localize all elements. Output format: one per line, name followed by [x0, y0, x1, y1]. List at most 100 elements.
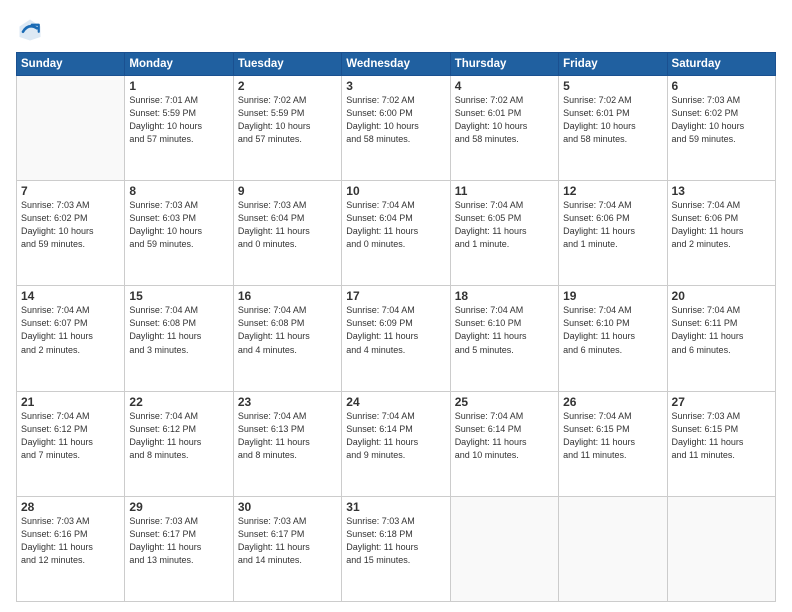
- day-info: Sunrise: 7:04 AM Sunset: 6:15 PM Dayligh…: [563, 410, 662, 462]
- day-info: Sunrise: 7:04 AM Sunset: 6:09 PM Dayligh…: [346, 304, 445, 356]
- day-info: Sunrise: 7:03 AM Sunset: 6:03 PM Dayligh…: [129, 199, 228, 251]
- weekday-tuesday: Tuesday: [233, 53, 341, 76]
- calendar-cell: [450, 496, 558, 601]
- day-number: 28: [21, 500, 120, 514]
- header: [16, 16, 776, 44]
- day-info: Sunrise: 7:04 AM Sunset: 6:08 PM Dayligh…: [129, 304, 228, 356]
- calendar-cell: 10Sunrise: 7:04 AM Sunset: 6:04 PM Dayli…: [342, 181, 450, 286]
- calendar-cell: 29Sunrise: 7:03 AM Sunset: 6:17 PM Dayli…: [125, 496, 233, 601]
- calendar-cell: 2Sunrise: 7:02 AM Sunset: 5:59 PM Daylig…: [233, 76, 341, 181]
- day-number: 13: [672, 184, 771, 198]
- calendar-cell: 1Sunrise: 7:01 AM Sunset: 5:59 PM Daylig…: [125, 76, 233, 181]
- calendar-cell: 21Sunrise: 7:04 AM Sunset: 6:12 PM Dayli…: [17, 391, 125, 496]
- weekday-monday: Monday: [125, 53, 233, 76]
- day-info: Sunrise: 7:04 AM Sunset: 6:05 PM Dayligh…: [455, 199, 554, 251]
- day-info: Sunrise: 7:03 AM Sunset: 6:02 PM Dayligh…: [672, 94, 771, 146]
- day-number: 25: [455, 395, 554, 409]
- day-info: Sunrise: 7:02 AM Sunset: 6:01 PM Dayligh…: [455, 94, 554, 146]
- calendar-cell: 9Sunrise: 7:03 AM Sunset: 6:04 PM Daylig…: [233, 181, 341, 286]
- day-info: Sunrise: 7:04 AM Sunset: 6:08 PM Dayligh…: [238, 304, 337, 356]
- calendar-cell: [667, 496, 775, 601]
- day-number: 10: [346, 184, 445, 198]
- day-number: 24: [346, 395, 445, 409]
- calendar-cell: 19Sunrise: 7:04 AM Sunset: 6:10 PM Dayli…: [559, 286, 667, 391]
- day-info: Sunrise: 7:04 AM Sunset: 6:14 PM Dayligh…: [455, 410, 554, 462]
- day-number: 11: [455, 184, 554, 198]
- day-number: 27: [672, 395, 771, 409]
- calendar-cell: 16Sunrise: 7:04 AM Sunset: 6:08 PM Dayli…: [233, 286, 341, 391]
- day-info: Sunrise: 7:04 AM Sunset: 6:14 PM Dayligh…: [346, 410, 445, 462]
- calendar-week-2: 7Sunrise: 7:03 AM Sunset: 6:02 PM Daylig…: [17, 181, 776, 286]
- day-number: 21: [21, 395, 120, 409]
- calendar-cell: 5Sunrise: 7:02 AM Sunset: 6:01 PM Daylig…: [559, 76, 667, 181]
- day-info: Sunrise: 7:04 AM Sunset: 6:07 PM Dayligh…: [21, 304, 120, 356]
- day-info: Sunrise: 7:04 AM Sunset: 6:12 PM Dayligh…: [129, 410, 228, 462]
- day-number: 1: [129, 79, 228, 93]
- calendar-cell: 14Sunrise: 7:04 AM Sunset: 6:07 PM Dayli…: [17, 286, 125, 391]
- calendar-cell: 4Sunrise: 7:02 AM Sunset: 6:01 PM Daylig…: [450, 76, 558, 181]
- calendar-cell: 3Sunrise: 7:02 AM Sunset: 6:00 PM Daylig…: [342, 76, 450, 181]
- logo: [16, 16, 48, 44]
- day-info: Sunrise: 7:02 AM Sunset: 6:01 PM Dayligh…: [563, 94, 662, 146]
- day-info: Sunrise: 7:04 AM Sunset: 6:10 PM Dayligh…: [455, 304, 554, 356]
- day-number: 19: [563, 289, 662, 303]
- calendar-week-3: 14Sunrise: 7:04 AM Sunset: 6:07 PM Dayli…: [17, 286, 776, 391]
- day-info: Sunrise: 7:04 AM Sunset: 6:10 PM Dayligh…: [563, 304, 662, 356]
- day-number: 15: [129, 289, 228, 303]
- day-number: 12: [563, 184, 662, 198]
- calendar-cell: 20Sunrise: 7:04 AM Sunset: 6:11 PM Dayli…: [667, 286, 775, 391]
- calendar-table: SundayMondayTuesdayWednesdayThursdayFrid…: [16, 52, 776, 602]
- weekday-saturday: Saturday: [667, 53, 775, 76]
- day-number: 6: [672, 79, 771, 93]
- day-info: Sunrise: 7:03 AM Sunset: 6:15 PM Dayligh…: [672, 410, 771, 462]
- calendar-cell: 11Sunrise: 7:04 AM Sunset: 6:05 PM Dayli…: [450, 181, 558, 286]
- day-number: 7: [21, 184, 120, 198]
- day-number: 2: [238, 79, 337, 93]
- day-number: 17: [346, 289, 445, 303]
- calendar-cell: 18Sunrise: 7:04 AM Sunset: 6:10 PM Dayli…: [450, 286, 558, 391]
- calendar-cell: 27Sunrise: 7:03 AM Sunset: 6:15 PM Dayli…: [667, 391, 775, 496]
- calendar-cell: [17, 76, 125, 181]
- day-number: 31: [346, 500, 445, 514]
- weekday-header-row: SundayMondayTuesdayWednesdayThursdayFrid…: [17, 53, 776, 76]
- day-number: 5: [563, 79, 662, 93]
- calendar-cell: 12Sunrise: 7:04 AM Sunset: 6:06 PM Dayli…: [559, 181, 667, 286]
- day-number: 29: [129, 500, 228, 514]
- calendar-cell: 26Sunrise: 7:04 AM Sunset: 6:15 PM Dayli…: [559, 391, 667, 496]
- day-info: Sunrise: 7:03 AM Sunset: 6:18 PM Dayligh…: [346, 515, 445, 567]
- day-number: 14: [21, 289, 120, 303]
- calendar-cell: 22Sunrise: 7:04 AM Sunset: 6:12 PM Dayli…: [125, 391, 233, 496]
- calendar-week-1: 1Sunrise: 7:01 AM Sunset: 5:59 PM Daylig…: [17, 76, 776, 181]
- calendar-cell: 17Sunrise: 7:04 AM Sunset: 6:09 PM Dayli…: [342, 286, 450, 391]
- calendar-cell: 6Sunrise: 7:03 AM Sunset: 6:02 PM Daylig…: [667, 76, 775, 181]
- calendar-page: SundayMondayTuesdayWednesdayThursdayFrid…: [0, 0, 792, 612]
- day-info: Sunrise: 7:03 AM Sunset: 6:17 PM Dayligh…: [238, 515, 337, 567]
- calendar-cell: 31Sunrise: 7:03 AM Sunset: 6:18 PM Dayli…: [342, 496, 450, 601]
- calendar-cell: 7Sunrise: 7:03 AM Sunset: 6:02 PM Daylig…: [17, 181, 125, 286]
- calendar-cell: [559, 496, 667, 601]
- calendar-cell: 13Sunrise: 7:04 AM Sunset: 6:06 PM Dayli…: [667, 181, 775, 286]
- calendar-week-4: 21Sunrise: 7:04 AM Sunset: 6:12 PM Dayli…: [17, 391, 776, 496]
- day-info: Sunrise: 7:04 AM Sunset: 6:04 PM Dayligh…: [346, 199, 445, 251]
- day-number: 4: [455, 79, 554, 93]
- day-info: Sunrise: 7:04 AM Sunset: 6:11 PM Dayligh…: [672, 304, 771, 356]
- day-info: Sunrise: 7:03 AM Sunset: 6:02 PM Dayligh…: [21, 199, 120, 251]
- weekday-friday: Friday: [559, 53, 667, 76]
- day-info: Sunrise: 7:04 AM Sunset: 6:06 PM Dayligh…: [563, 199, 662, 251]
- calendar-body: 1Sunrise: 7:01 AM Sunset: 5:59 PM Daylig…: [17, 76, 776, 602]
- calendar-header: SundayMondayTuesdayWednesdayThursdayFrid…: [17, 53, 776, 76]
- weekday-thursday: Thursday: [450, 53, 558, 76]
- day-number: 22: [129, 395, 228, 409]
- calendar-cell: 24Sunrise: 7:04 AM Sunset: 6:14 PM Dayli…: [342, 391, 450, 496]
- calendar-cell: 30Sunrise: 7:03 AM Sunset: 6:17 PM Dayli…: [233, 496, 341, 601]
- calendar-cell: 23Sunrise: 7:04 AM Sunset: 6:13 PM Dayli…: [233, 391, 341, 496]
- day-info: Sunrise: 7:04 AM Sunset: 6:12 PM Dayligh…: [21, 410, 120, 462]
- day-number: 30: [238, 500, 337, 514]
- day-number: 26: [563, 395, 662, 409]
- calendar-cell: 8Sunrise: 7:03 AM Sunset: 6:03 PM Daylig…: [125, 181, 233, 286]
- day-info: Sunrise: 7:02 AM Sunset: 6:00 PM Dayligh…: [346, 94, 445, 146]
- day-number: 9: [238, 184, 337, 198]
- weekday-wednesday: Wednesday: [342, 53, 450, 76]
- day-number: 20: [672, 289, 771, 303]
- calendar-cell: 28Sunrise: 7:03 AM Sunset: 6:16 PM Dayli…: [17, 496, 125, 601]
